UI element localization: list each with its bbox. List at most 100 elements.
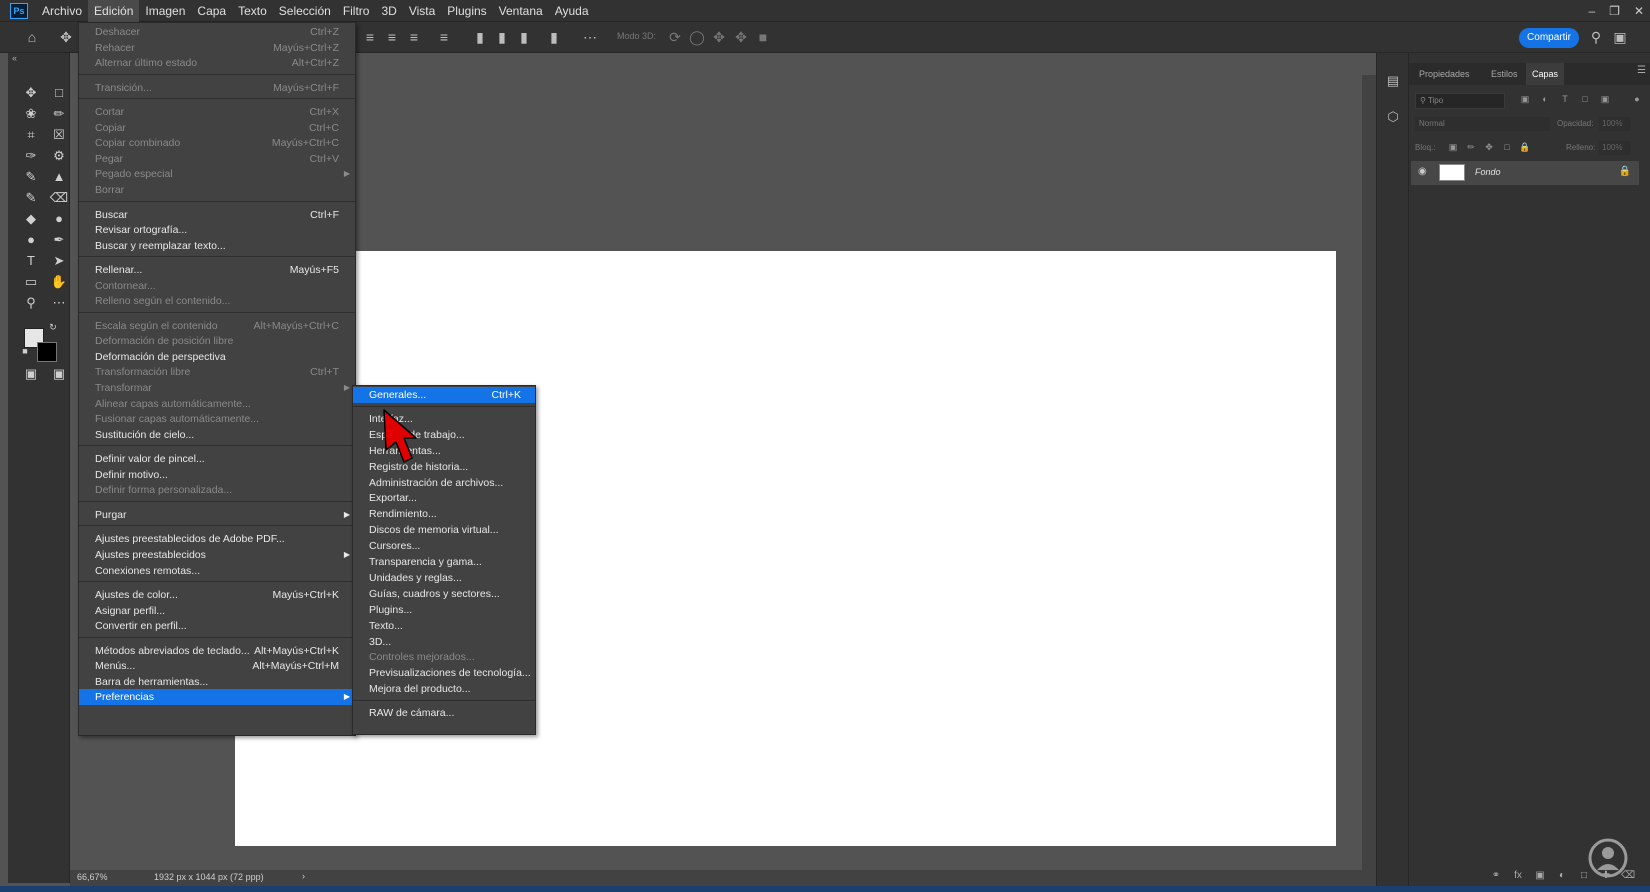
move-tool-icon[interactable]: ✥ (58, 29, 74, 45)
edit-menu-item[interactable]: Deformación de perspectiva (79, 349, 355, 365)
edit-menu-item[interactable]: Revisar ortografía... (79, 222, 355, 238)
preferences-menu-item[interactable]: RAW de cámara... (353, 705, 535, 721)
pan-3d-icon[interactable]: ✥ (711, 29, 727, 45)
collapse-icon[interactable]: « (12, 53, 17, 63)
background-color-swatch[interactable] (37, 342, 57, 362)
preferences-menu-item[interactable]: Unidades y reglas... (353, 570, 535, 586)
preferences-menu-item[interactable]: Guías, cuadros y sectores... (353, 586, 535, 602)
menu-3[interactable]: Capa (191, 0, 232, 22)
tab-estilos[interactable]: Estilos (1485, 63, 1524, 85)
move-tool-icon[interactable]: ✥ (20, 84, 42, 102)
close-icon[interactable]: ✕ (1634, 4, 1644, 18)
history-brush-tool-icon[interactable]: ✎ (20, 189, 42, 207)
preferences-menu-item[interactable]: Transparencia y gama... (353, 554, 535, 570)
preferences-menu-item[interactable]: Plugins... (353, 602, 535, 618)
lock-icon[interactable]: 🔒 (1619, 166, 1631, 177)
tab-propiedades[interactable]: Propiedades (1413, 63, 1476, 85)
align-top-icon[interactable]: ▮ (472, 29, 488, 45)
filter-shape-icon[interactable]: □ (1579, 94, 1591, 106)
rectangle-tool-icon[interactable]: ▭ (20, 273, 42, 291)
menu-5[interactable]: Selección (273, 0, 337, 22)
marquee-tool-icon[interactable]: □ (48, 84, 70, 102)
menu-10[interactable]: Ventana (493, 0, 549, 22)
panel-menu-icon[interactable]: ☰ (1637, 65, 1646, 76)
vertical-scrollbar[interactable] (1362, 75, 1376, 870)
paint-bucket-tool-icon[interactable]: ◆ (20, 210, 42, 228)
align-center-icon[interactable]: ≡ (384, 29, 400, 45)
edit-menu-item[interactable]: Borrar (79, 182, 355, 198)
edit-menu-item[interactable]: Definir valor de pincel... (79, 451, 355, 467)
opacity-field[interactable]: 100% (1599, 117, 1631, 131)
menu-11[interactable]: Ayuda (549, 0, 595, 22)
link-icon[interactable]: ⚭ (1489, 870, 1503, 884)
edit-menu-item[interactable]: Rehacer Mayús+Ctrl+Z (79, 40, 355, 56)
edit-menu-item[interactable]: Deformación de posición libre (79, 333, 355, 349)
edit-menu-item[interactable]: Pegado especial ▶ (79, 166, 355, 182)
share-button[interactable]: Compartir (1519, 28, 1579, 48)
edit-menu-item[interactable]: Ajustes preestablecidos ▶ (79, 547, 355, 563)
menu-8[interactable]: Vista (403, 0, 441, 22)
blend-mode-select[interactable]: Normal (1415, 117, 1550, 131)
filter-adjustment-icon[interactable]: ◐ (1539, 94, 1551, 106)
edit-menu-item[interactable]: Copiar combinado Mayús+Ctrl+C (79, 135, 355, 151)
align-left-icon[interactable]: ≡ (362, 29, 378, 45)
preferences-menu-item[interactable]: Discos de memoria virtual... (353, 522, 535, 538)
crop-tool-icon[interactable]: ⌗ (20, 126, 42, 144)
edit-menu-item[interactable]: Definir motivo... (79, 467, 355, 483)
menu-7[interactable]: 3D (375, 0, 402, 22)
type-tool-icon[interactable]: T (20, 252, 42, 270)
frame-tool-icon[interactable]: ☒ (48, 126, 70, 144)
restore-icon[interactable]: ❐ (1609, 4, 1620, 18)
edit-menu-item[interactable]: Transformar ▶ (79, 380, 355, 396)
filter-type-icon[interactable]: T (1559, 94, 1571, 106)
edit-menu-item[interactable]: Ajustes de color... Mayús+Ctrl+K (79, 587, 355, 603)
slide-3d-icon[interactable]: ✥ (733, 29, 749, 45)
lock-all-icon[interactable]: 🔒 (1519, 142, 1531, 154)
edit-menu-item[interactable]: Asignar perfil... (79, 603, 355, 619)
zoom-level[interactable]: 66,67% (77, 872, 108, 882)
more-options-icon[interactable]: ⋯ (582, 29, 598, 45)
edit-menu-item[interactable]: Definir forma personalizada... (79, 482, 355, 498)
home-icon[interactable]: ⌂ (24, 29, 40, 45)
edit-menu-item[interactable]: Barra de herramientas... (79, 674, 355, 690)
eyedropper-tool-icon[interactable]: ✑ (20, 147, 42, 165)
pen-tool-icon[interactable]: ✒ (48, 231, 70, 249)
fill-field[interactable]: 100% (1599, 141, 1631, 155)
menu-0[interactable]: Archivo (36, 0, 88, 22)
edit-menu-item[interactable]: Purgar ▶ (79, 507, 355, 523)
camera-3d-icon[interactable]: ■ (755, 29, 771, 45)
quick-mask-icon[interactable]: ▣ (20, 365, 42, 383)
mask-icon[interactable]: ▣ (1533, 870, 1547, 884)
edit-menu-item[interactable]: Transición... Mayús+Ctrl+F (79, 80, 355, 96)
preferences-menu-item[interactable]: Cursores... (353, 538, 535, 554)
preferences-menu-item[interactable]: Controles mejorados... (353, 649, 535, 665)
align-middle-icon[interactable]: ▮ (494, 29, 510, 45)
align-bottom-icon[interactable]: ▮ (516, 29, 532, 45)
zoom-tool-icon[interactable]: ⚲ (20, 294, 42, 312)
roll-3d-icon[interactable]: ◯ (689, 29, 705, 45)
eraser-tool-icon[interactable]: ⌫ (48, 189, 70, 207)
edit-menu-item[interactable]: Transformación libre Ctrl+T (79, 364, 355, 380)
edit-menu-item[interactable]: Escala según el contenido Alt+Mayús+Ctrl+… (79, 318, 355, 334)
edit-menu-item[interactable]: Alternar último estado Alt+Ctrl+Z (79, 55, 355, 71)
lasso-tool-icon[interactable]: ❀ (20, 105, 42, 123)
preferences-menu-item[interactable]: Mejora del producto... (353, 681, 535, 697)
distribute-vertical-icon[interactable]: ▮ (546, 29, 562, 45)
edit-menu-item[interactable]: Contornear... (79, 278, 355, 294)
edit-menu-item[interactable]: Ajustes preestablecidos de Adobe PDF... (79, 531, 355, 547)
preferences-menu-item[interactable]: Texto... (353, 618, 535, 634)
fx-icon[interactable]: fx (1511, 870, 1525, 884)
quick-select-tool-icon[interactable]: ✏ (48, 105, 70, 123)
lock-position-icon[interactable]: ✥ (1483, 142, 1495, 154)
lock-transparent-icon[interactable]: ▣ (1447, 142, 1459, 154)
filter-pixel-icon[interactable]: ▣ (1519, 94, 1531, 106)
search-icon[interactable]: ⚲ (1588, 29, 1604, 45)
menu-2[interactable]: Imagen (139, 0, 191, 22)
edit-menu-item[interactable]: Buscar y reemplazar texto... (79, 238, 355, 254)
3d-panel-icon[interactable]: ⬡ (1385, 109, 1401, 125)
screen-mode-icon[interactable]: ▣ (48, 365, 70, 383)
orbit-3d-icon[interactable]: ⟳ (667, 29, 683, 45)
healing-tool-icon[interactable]: ⚙ (48, 147, 70, 165)
more-tools-icon[interactable]: ⋯ (48, 294, 70, 312)
blur-tool-icon[interactable]: ● (48, 210, 70, 228)
